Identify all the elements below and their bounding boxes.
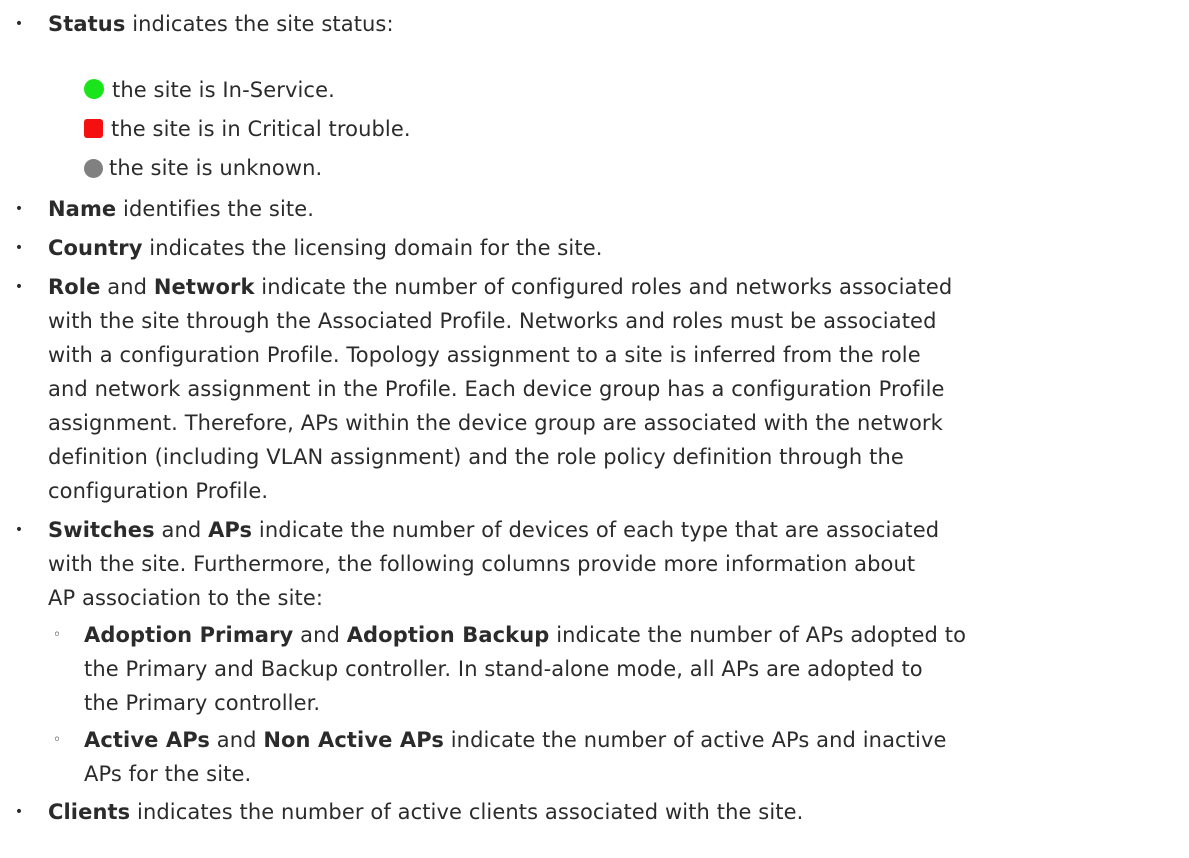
list-item-status: • Status indicates the site status: bbox=[0, 7, 1189, 41]
desc-line: assignment. Therefore, APs within the de… bbox=[48, 411, 943, 435]
desc-line: with the site. Furthermore, the followin… bbox=[48, 552, 916, 576]
term-switches: Switches bbox=[48, 518, 155, 542]
desc-country: indicates the licensing domain for the s… bbox=[142, 236, 603, 260]
sub-bullet-icon: ◦ bbox=[52, 732, 62, 748]
desc-line: indicate the number of active APs and in… bbox=[443, 728, 947, 752]
sub-bullet-icon: ◦ bbox=[52, 627, 62, 643]
sub-item-adoption: ◦ Adoption Primary and Adoption Backup i… bbox=[0, 618, 1189, 720]
desc-status: indicates the site status: bbox=[125, 12, 394, 36]
desc-line: indicate the number of configured roles … bbox=[254, 275, 953, 299]
bullet-icon: • bbox=[14, 522, 24, 538]
term-name: Name bbox=[48, 197, 117, 221]
bullet-icon: • bbox=[14, 201, 24, 217]
term-role: Role bbox=[48, 275, 101, 299]
status-unknown: the site is unknown. bbox=[0, 151, 1189, 185]
list-item-switches-aps: • Switches and APs indicate the number o… bbox=[0, 513, 1189, 615]
status-in-service: the site is In-Service. bbox=[0, 73, 1189, 107]
status-in-service-text: the site is In-Service. bbox=[112, 78, 335, 102]
status-unknown-text: the site is unknown. bbox=[109, 156, 323, 180]
list-item-role-network: • Role and Network indicate the number o… bbox=[0, 270, 1189, 508]
term-country: Country bbox=[48, 236, 143, 260]
desc-line: and network assignment in the Profile. E… bbox=[48, 377, 945, 401]
term-aps: APs bbox=[208, 518, 253, 542]
bullet-icon: • bbox=[14, 279, 24, 295]
bullet-icon: • bbox=[14, 804, 24, 820]
desc-line: configuration Profile. bbox=[48, 479, 269, 503]
bullet-icon: • bbox=[14, 240, 24, 256]
desc-line: definition (including VLAN assignment) a… bbox=[48, 445, 904, 469]
desc-clients: indicates the number of active clients a… bbox=[130, 800, 804, 824]
desc-line: APs for the site. bbox=[84, 762, 252, 786]
conjunction: and bbox=[154, 518, 209, 542]
desc-line: indicate the number of APs adopted to bbox=[549, 623, 967, 647]
desc-line: AP association to the site: bbox=[48, 586, 324, 610]
term-adoption-backup: Adoption Backup bbox=[346, 623, 550, 647]
green-circle-icon bbox=[84, 79, 104, 99]
term-adoption-primary: Adoption Primary bbox=[84, 623, 294, 647]
list-item-clients: • Clients indicates the number of active… bbox=[0, 795, 1189, 829]
desc-line: with a configuration Profile. Topology a… bbox=[48, 343, 921, 367]
term-active-aps: Active APs bbox=[84, 728, 210, 752]
document-body: • Status indicates the site status: the … bbox=[0, 0, 1189, 824]
desc-line: indicate the number of devices of each t… bbox=[252, 518, 940, 542]
term-non-active-aps: Non Active APs bbox=[263, 728, 444, 752]
term-network: Network bbox=[153, 275, 255, 299]
sub-item-active-aps: ◦ Active APs and Non Active APs indicate… bbox=[0, 723, 1189, 791]
conjunction: and bbox=[100, 275, 154, 299]
list-item-name: • Name identifies the site. bbox=[0, 192, 1189, 226]
status-critical-text: the site is in Critical trouble. bbox=[111, 117, 411, 141]
desc-line: the Primary and Backup controller. In st… bbox=[84, 657, 923, 681]
status-critical: the site is in Critical trouble. bbox=[0, 112, 1189, 146]
term-status: Status bbox=[48, 12, 126, 36]
bullet-icon: • bbox=[14, 16, 24, 32]
desc-line: with the site through the Associated Pro… bbox=[48, 309, 937, 333]
red-square-icon bbox=[84, 119, 103, 138]
term-clients: Clients bbox=[48, 800, 131, 824]
list-item-country: • Country indicates the licensing domain… bbox=[0, 231, 1189, 265]
desc-name: identifies the site. bbox=[116, 197, 315, 221]
conjunction: and bbox=[293, 623, 347, 647]
desc-line: the Primary controller. bbox=[84, 691, 321, 715]
conjunction: and bbox=[209, 728, 264, 752]
gray-circle-icon bbox=[84, 159, 103, 178]
